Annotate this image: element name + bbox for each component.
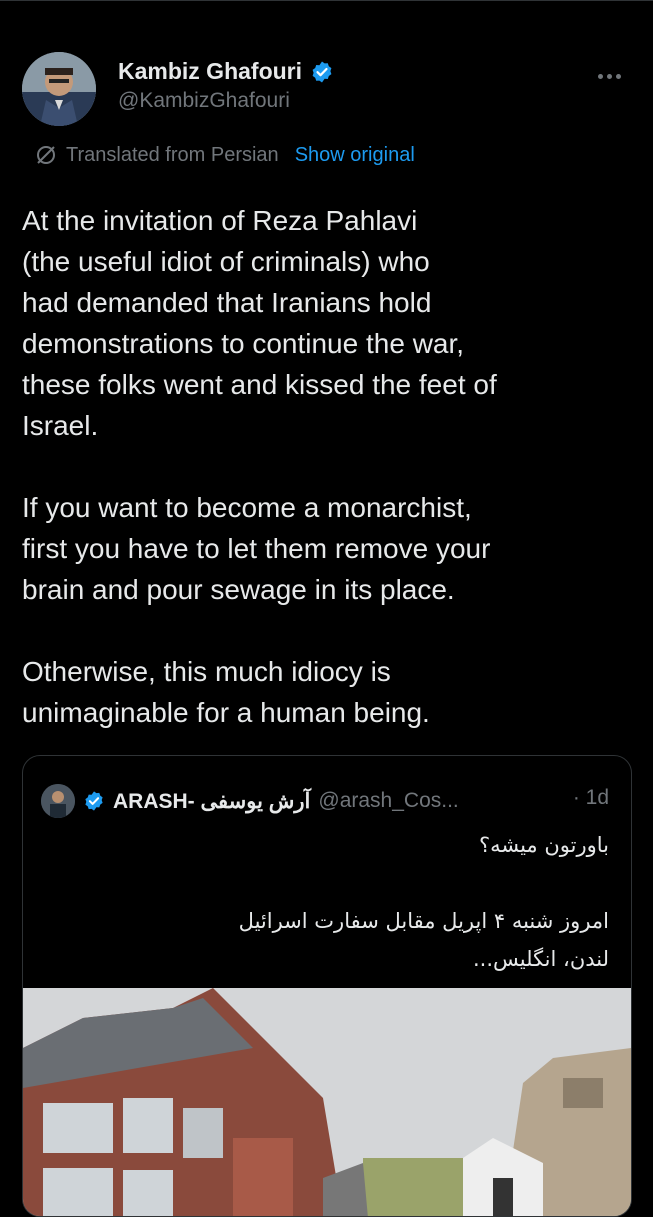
quote-media-image[interactable] [23,988,631,1217]
more-icon[interactable] [598,74,621,79]
quote-avatar-image [41,784,75,818]
translation-row: Translated from Persian Show original [34,143,415,167]
quote-avatar [41,784,75,818]
tweet-text: At the invitation of Reza Pahlavi (the u… [22,205,497,728]
translate-icon [37,146,55,164]
author-row: Kambiz Ghafouri [118,58,334,85]
quote-author-handle[interactable]: @arash_Cos... [318,789,458,813]
avatar-image [22,52,96,126]
verified-badge-icon [85,791,103,811]
quoted-tweet[interactable]: ARASH- آرش یوسفی @arash_Cos... · 1d باور… [22,755,632,1217]
show-original-link[interactable]: Show original [295,144,415,167]
quote-author-name[interactable]: ARASH- آرش یوسفی [113,789,310,814]
avatar[interactable] [22,52,96,126]
quote-header: ARASH- آرش یوسفی @arash_Cos... [41,784,459,818]
verified-badge-icon [312,61,332,82]
quote-text: باورتون میشه؟ امروز شنبه ۴ اپریل مقابل س… [238,833,609,971]
author-name[interactable]: Kambiz Ghafouri [118,58,302,85]
translation-label: Translated from Persian [66,143,279,166]
quote-timestamp[interactable]: · 1d [573,786,609,810]
divider [0,0,653,1]
author-handle[interactable]: @KambizGhafouri [118,89,290,113]
